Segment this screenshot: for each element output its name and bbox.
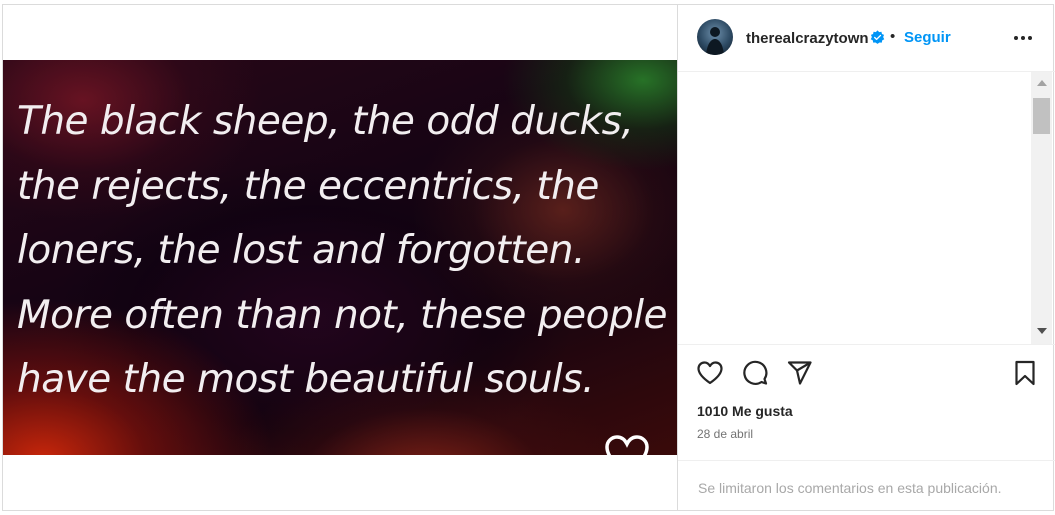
post-header: therealcrazytown • Seguir: [678, 5, 1055, 72]
avatar-figure-icon: [706, 27, 724, 55]
separator-dot: •: [890, 28, 896, 45]
comments-area[interactable]: [678, 72, 1055, 344]
post-image[interactable]: The black sheep, the odd ducks, the reje…: [3, 60, 677, 455]
scroll-thumb[interactable]: [1033, 98, 1050, 134]
post-actions: 1010 Me gusta 28 de abril: [678, 344, 1055, 460]
likes-count[interactable]: 1010 Me gusta: [697, 403, 793, 419]
details-pane: therealcrazytown • Seguir 1010 Me gusta …: [677, 5, 1055, 510]
comments-limited-notice: Se limitaron los comentarios en esta pub…: [678, 460, 1055, 510]
post-quote-text: The black sheep, the odd ducks, the reje…: [17, 99, 668, 402]
media-pane: The black sheep, the odd ducks, the reje…: [3, 5, 677, 510]
heart-outline-icon: [605, 435, 649, 455]
comments-scrollbar[interactable]: [1031, 72, 1052, 344]
comment-bubble-icon[interactable]: [741, 359, 769, 387]
heart-icon[interactable]: [696, 359, 724, 387]
username-link[interactable]: therealcrazytown: [746, 30, 869, 47]
bookmark-icon[interactable]: [1011, 359, 1039, 387]
verified-badge-icon: [870, 30, 885, 44]
scroll-up-arrow-icon[interactable]: [1037, 80, 1047, 86]
paper-plane-icon[interactable]: [786, 359, 814, 387]
follow-button[interactable]: Seguir: [904, 29, 951, 46]
more-options-icon[interactable]: [1013, 35, 1033, 41]
avatar[interactable]: [697, 19, 733, 55]
comments-limited-text: Se limitaron los comentarios en esta pub…: [698, 480, 1002, 496]
post-modal: The black sheep, the odd ducks, the reje…: [2, 4, 1055, 511]
post-date[interactable]: 28 de abril: [697, 427, 753, 441]
scroll-down-arrow-icon[interactable]: [1037, 328, 1047, 334]
